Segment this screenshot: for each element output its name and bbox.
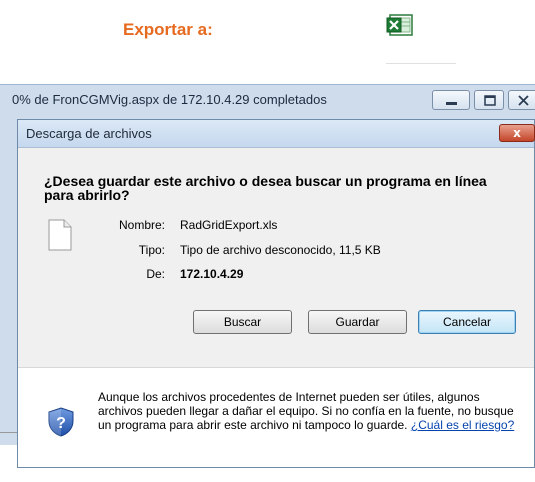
from-value: 172.10.4.29: [180, 267, 244, 281]
file-download-dialog: Descarga de archivos x ¿Desea guardar es…: [17, 119, 535, 468]
maximize-icon[interactable]: [474, 90, 504, 110]
divider: [386, 63, 456, 64]
dialog-titlebar: Descarga de archivos x: [18, 120, 535, 148]
from-label: De:: [146, 267, 165, 281]
export-label: Exportar a:: [123, 20, 213, 39]
dialog-close-button[interactable]: x: [499, 124, 535, 142]
risk-link[interactable]: ¿Cuál es el riesgo?: [411, 418, 514, 432]
dialog-question: ¿Desea guardar este archivo o desea busc…: [44, 173, 487, 203]
shield-icon: ?: [48, 407, 74, 437]
minimize-icon[interactable]: [432, 90, 470, 110]
type-label: Tipo:: [138, 243, 165, 257]
divider: [0, 432, 18, 433]
save-button[interactable]: Guardar: [308, 310, 407, 334]
warning-text: Aunque los archivos procedentes de Inter…: [98, 390, 518, 432]
dialog-title: Descarga de archivos: [26, 126, 152, 141]
svg-text:?: ?: [56, 415, 66, 432]
file-icon: [48, 219, 72, 251]
name-value: RadGridExport.xls: [180, 218, 278, 232]
cancel-button[interactable]: Cancelar: [418, 310, 516, 334]
name-label: Nombre:: [118, 218, 165, 232]
progress-window-title: 0% de FronCGMVig.aspx de 172.10.4.29 com…: [12, 92, 327, 107]
excel-icon[interactable]: [384, 12, 416, 38]
search-button[interactable]: Buscar: [193, 310, 292, 334]
close-icon[interactable]: [508, 90, 535, 110]
type-value: Tipo de archivo desconocido, 11,5 KB: [180, 243, 381, 257]
